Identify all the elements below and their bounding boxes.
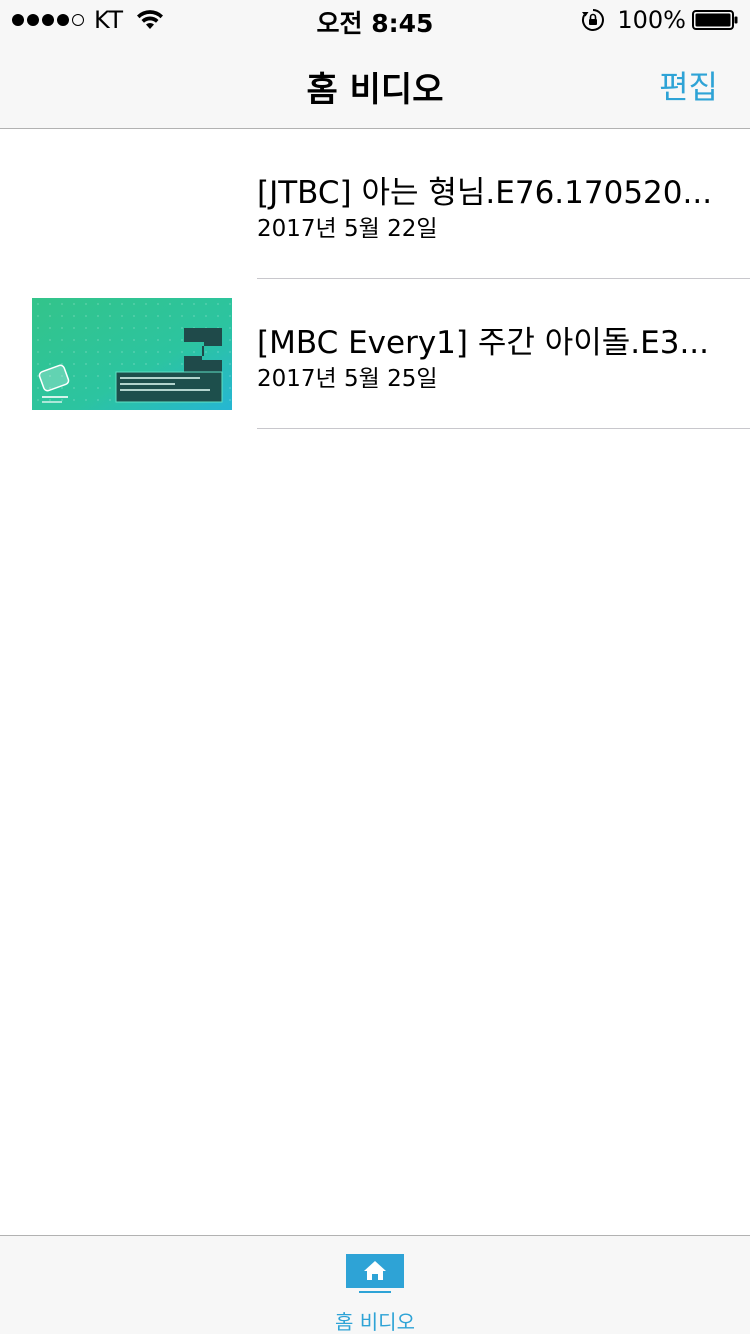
video-title: [MBC Every1] 주간 아이돌.E3... [257,325,710,361]
tab-home-videos[interactable]: 홈 비디오 [300,1236,450,1334]
video-date: 2017년 5월 25일 [257,366,438,392]
status-right: 100% [581,6,738,34]
screen: KT 오전 8:45 100% 홈 비디오 편집 [JTBC] 아는 형님.E7… [0,0,750,1334]
video-list-item[interactable]: [MBC Every1] 주간 아이돌.E3... 2017년 5월 25일 [0,279,750,429]
navigation-bar: 홈 비디오 편집 [0,40,750,129]
row-separator [257,428,750,429]
video-thumbnail [32,148,232,260]
battery-percent: 100% [617,6,686,34]
video-thumbnail [32,298,232,410]
edit-button[interactable]: 편집 [659,62,718,108]
battery-icon [692,10,738,30]
video-date: 2017년 5월 22일 [257,216,438,242]
tab-bar: 홈 비디오 [0,1235,750,1334]
tab-label: 홈 비디오 [335,1310,415,1334]
status-bar: KT 오전 8:45 100% [0,0,750,40]
video-list: [JTBC] 아는 형님.E76.170520... 2017년 5월 22일 [0,129,750,429]
home-icon [346,1254,404,1293]
rotation-lock-icon [582,9,605,31]
video-title: [JTBC] 아는 형님.E76.170520... [257,175,713,211]
video-list-item[interactable]: [JTBC] 아는 형님.E76.170520... 2017년 5월 22일 [0,129,750,279]
page-title: 홈 비디오 [306,70,444,110]
